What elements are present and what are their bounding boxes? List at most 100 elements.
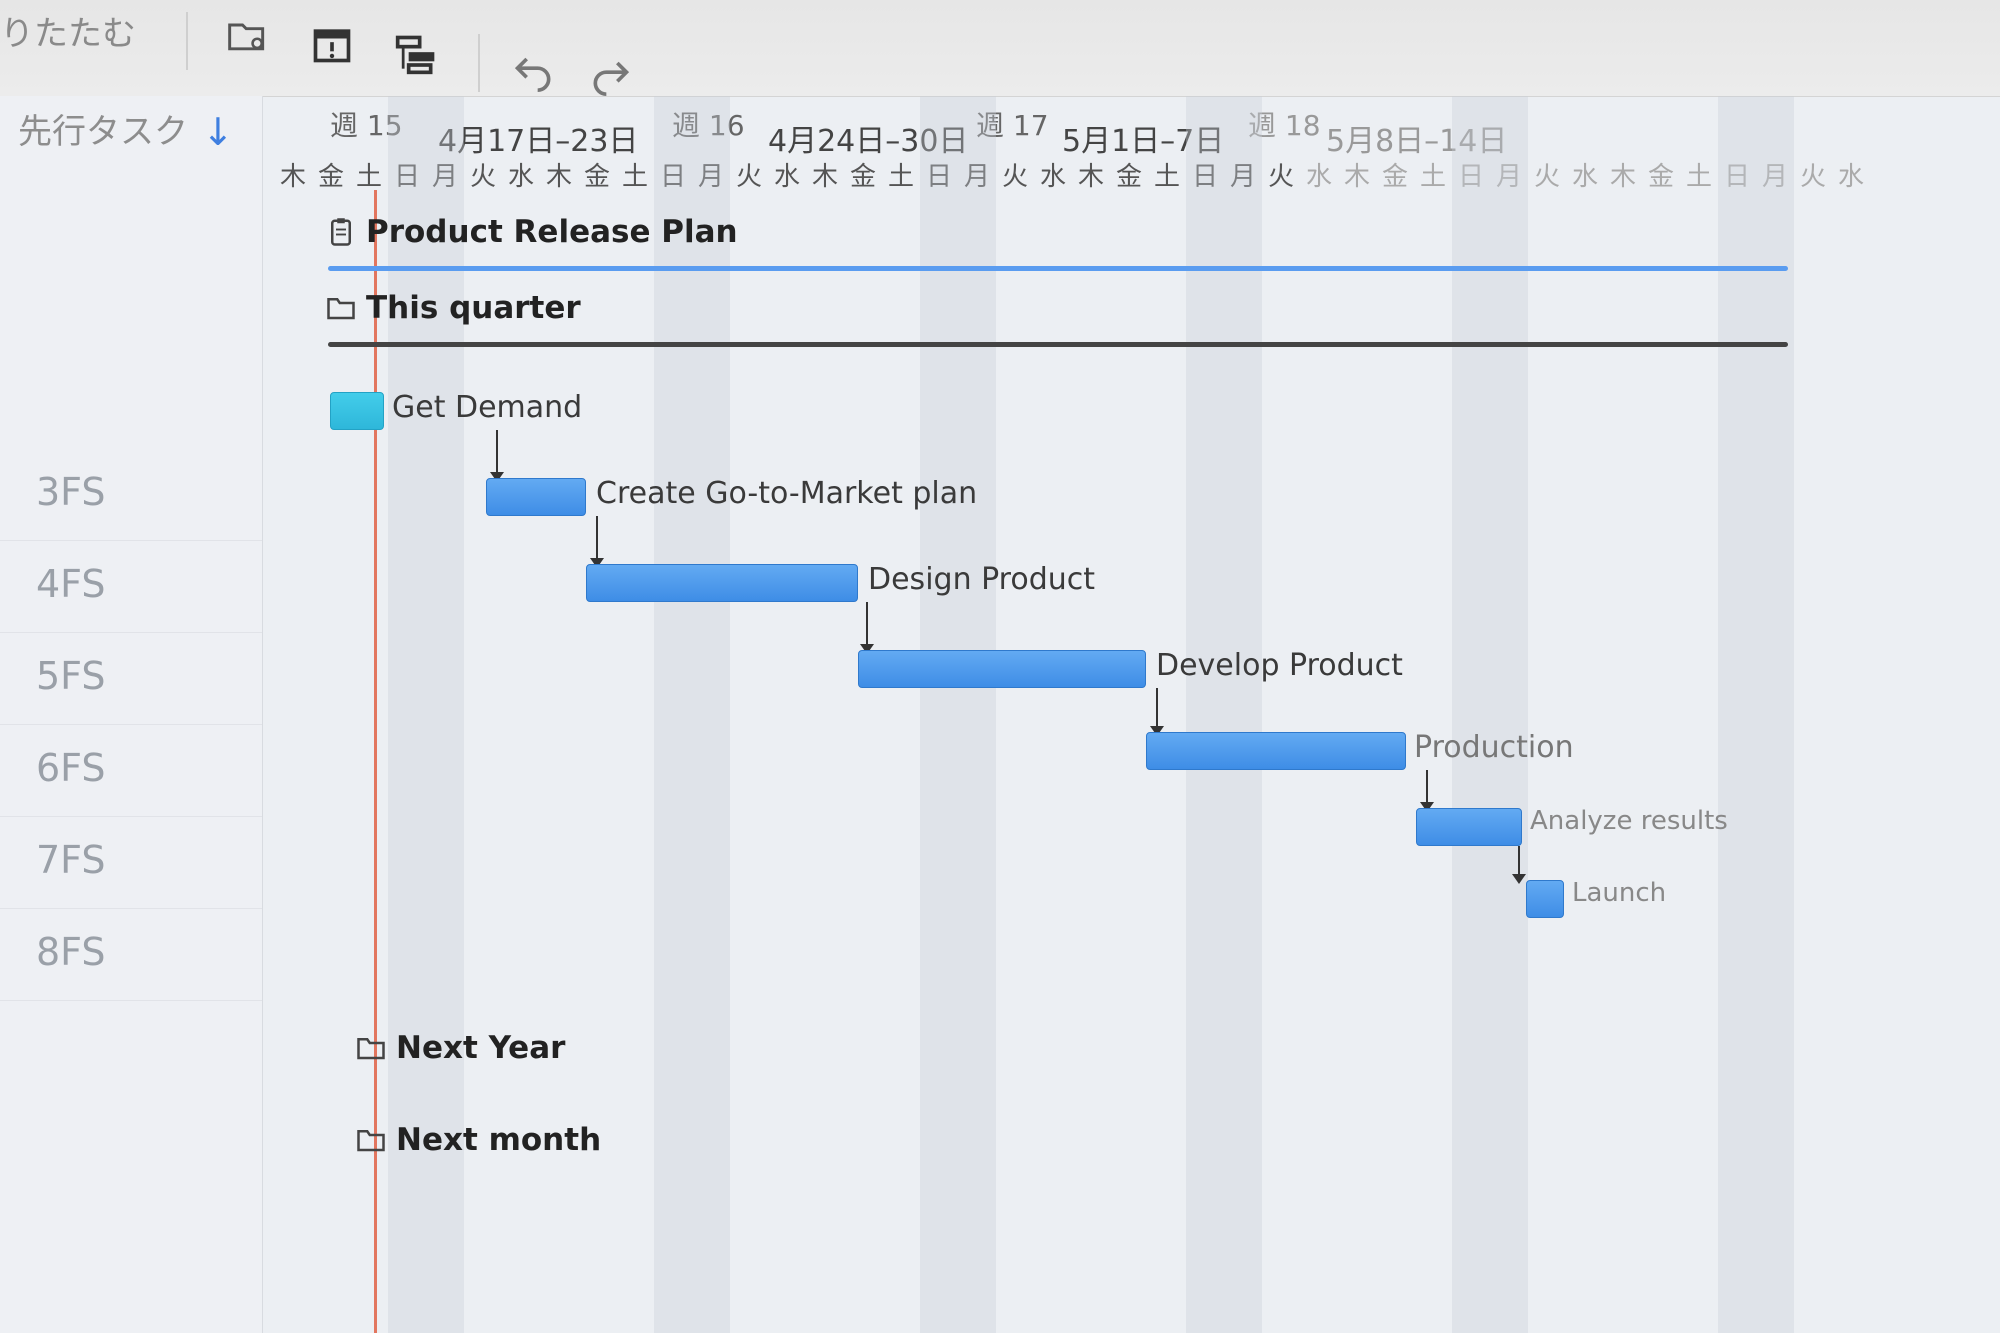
folder-icon xyxy=(357,1038,385,1060)
clipboard-icon xyxy=(331,218,351,246)
weekend-stripe xyxy=(958,96,996,1333)
predecessor-value: 4FS xyxy=(36,562,106,606)
predecessor-value: 6FS xyxy=(36,746,106,790)
task-label: Analyze results xyxy=(1530,806,1728,836)
day-label: 水 xyxy=(1837,162,1864,192)
day-label: 土 xyxy=(1153,162,1180,192)
project-summary-bar[interactable] xyxy=(328,266,1788,271)
group-row[interactable]: This quarter xyxy=(324,290,581,326)
day-label: 木 xyxy=(1077,162,1104,192)
day-label: 金 xyxy=(1381,162,1408,192)
weekend-stripe xyxy=(1452,96,1490,1333)
sort-down-arrow-icon[interactable]: ↓ xyxy=(202,110,234,154)
day-label: 水 xyxy=(773,162,800,192)
day-label: 火 xyxy=(1001,162,1028,192)
today-marker-line xyxy=(374,190,377,1333)
task-bar[interactable] xyxy=(586,564,858,602)
weekend-stripe xyxy=(654,96,692,1333)
task-bar[interactable] xyxy=(1526,880,1564,918)
predecessor-row[interactable]: 3FS xyxy=(0,448,262,541)
predecessor-header[interactable]: 先行タスク xyxy=(18,104,188,153)
day-label: 水 xyxy=(1039,162,1066,192)
project-row[interactable]: Product Release Plan xyxy=(324,214,738,250)
day-label: 土 xyxy=(887,162,914,192)
task-label: Design Product xyxy=(868,562,1096,597)
dependency-arrow xyxy=(860,602,874,654)
day-label: 水 xyxy=(507,162,534,192)
dependency-arrow xyxy=(1512,846,1526,884)
group-row[interactable]: Next month xyxy=(354,1122,601,1158)
day-label: 土 xyxy=(621,162,648,192)
task-bar[interactable] xyxy=(858,650,1146,688)
dependency-arrow xyxy=(1420,770,1434,812)
weekend-stripe xyxy=(1756,96,1794,1333)
day-label: 金 xyxy=(1115,162,1142,192)
predecessor-row[interactable]: 5FS xyxy=(0,632,262,725)
weekend-stripe xyxy=(920,96,958,1333)
task-bar[interactable] xyxy=(1416,808,1522,846)
toolbar-separator xyxy=(478,34,480,92)
task-label: Get Demand xyxy=(392,390,583,425)
predecessor-value: 8FS xyxy=(36,930,106,974)
collapse-label[interactable]: りたたむ xyxy=(0,6,136,55)
predecessor-row[interactable]: 7FS xyxy=(0,816,262,909)
day-label: 木 xyxy=(1609,162,1636,192)
folder-icon xyxy=(357,1130,385,1152)
day-label: 木 xyxy=(279,162,306,192)
redo-button[interactable] xyxy=(580,44,640,104)
predecessor-row[interactable]: 6FS xyxy=(0,724,262,817)
group-row[interactable]: Next Year xyxy=(354,1030,565,1066)
folder-settings-icon xyxy=(228,23,265,51)
group-title: This quarter xyxy=(366,290,581,326)
task-bar[interactable] xyxy=(1146,732,1406,770)
day-label: 木 xyxy=(545,162,572,192)
day-label: 金 xyxy=(583,162,610,192)
day-label: 火 xyxy=(1799,162,1826,192)
dependency-arrow xyxy=(490,430,504,482)
group-summary-bar[interactable] xyxy=(328,342,1788,347)
day-label: 水 xyxy=(1305,162,1332,192)
predecessor-row[interactable]: 8FS xyxy=(0,908,262,1001)
dependency-arrow xyxy=(590,516,604,568)
predecessor-value: 3FS xyxy=(36,470,106,514)
day-label: 火 xyxy=(1267,162,1294,192)
predecessor-value: 7FS xyxy=(36,838,106,882)
dependency-arrow xyxy=(1150,688,1164,736)
day-label: 火 xyxy=(735,162,762,192)
day-labels: 木金土日月火水木金土日月火水木金土日月火水木金土日月火水木金土日月火水木金土日月… xyxy=(274,156,1870,193)
weekend-stripe xyxy=(1718,96,1756,1333)
undo-button[interactable] xyxy=(504,40,564,100)
undo-icon xyxy=(514,57,551,92)
toolbar: りたたむ xyxy=(0,0,2000,97)
redo-icon xyxy=(593,61,630,96)
hierarchy-icon xyxy=(395,35,435,75)
weekend-stripe xyxy=(692,96,730,1333)
group-title: Next Year xyxy=(396,1030,566,1066)
predecessor-value: 5FS xyxy=(36,654,106,698)
predecessor-row[interactable]: 4FS xyxy=(0,540,262,633)
week-date-range: 4月17日–23日 xyxy=(438,124,639,159)
predecessor-column: 先行タスク ↓ 3FS 4FS 5FS 6FS 7FS 8FS xyxy=(0,96,263,1333)
calendar-alert-icon xyxy=(313,29,351,63)
day-label: 金 xyxy=(1647,162,1674,192)
task-bar[interactable] xyxy=(486,478,586,516)
task-label: Launch xyxy=(1572,878,1667,908)
hierarchy-button[interactable] xyxy=(386,24,446,84)
folder-icon xyxy=(327,298,355,320)
day-label: 土 xyxy=(355,162,382,192)
group-title: Next month xyxy=(396,1122,602,1158)
folder-settings-button[interactable] xyxy=(218,6,278,66)
day-label: 金 xyxy=(849,162,876,192)
day-label: 木 xyxy=(1343,162,1370,192)
day-label: 火 xyxy=(469,162,496,192)
gantt-chart: Product Release Plan This quarter Get De… xyxy=(262,96,2000,1333)
weekend-stripe xyxy=(1224,96,1262,1333)
calendar-alert-button[interactable] xyxy=(302,14,362,74)
project-title: Product Release Plan xyxy=(366,214,738,250)
task-bar[interactable] xyxy=(330,392,384,430)
day-label: 土 xyxy=(1685,162,1712,192)
task-label: Create Go-to-Market plan xyxy=(596,476,978,511)
task-label: Develop Product xyxy=(1156,648,1403,683)
weekend-stripe xyxy=(1186,96,1224,1333)
day-label: 火 xyxy=(1533,162,1560,192)
